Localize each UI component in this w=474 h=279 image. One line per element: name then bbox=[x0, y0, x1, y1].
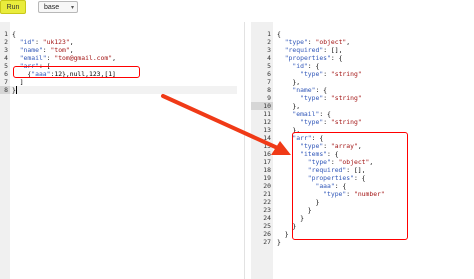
line-number: 2 bbox=[267, 38, 271, 46]
line-number: 8 bbox=[0, 86, 10, 94]
line-number: 3 bbox=[4, 46, 8, 54]
code-line: 12 "type": "string" bbox=[251, 118, 474, 126]
line-number: 24 bbox=[263, 214, 271, 222]
code-line: 6 "type": "string" bbox=[251, 70, 474, 78]
line-number: 20 bbox=[263, 182, 271, 190]
line-number: 12 bbox=[263, 118, 271, 126]
code-line: 4 "properties": { bbox=[251, 54, 474, 62]
line-number: 14 bbox=[263, 134, 271, 142]
code-line: 7 }, bbox=[251, 78, 474, 86]
line-number: 1 bbox=[267, 30, 271, 38]
line-number: 23 bbox=[263, 206, 271, 214]
code-line: 8} bbox=[0, 86, 237, 94]
code-line: 1{ bbox=[251, 30, 474, 38]
code-text: "name": "tom", bbox=[19, 46, 74, 54]
code-line: 9 "type": "string" bbox=[251, 94, 474, 102]
code-text: "id": { bbox=[292, 62, 320, 70]
line-number: 6 bbox=[267, 70, 271, 78]
line-number: 4 bbox=[4, 54, 8, 62]
code-line: 4 "email": "tom@gmail.com", bbox=[0, 54, 237, 62]
code-text: "properties": { bbox=[284, 54, 343, 62]
line-number: 13 bbox=[263, 126, 271, 134]
line-number: 5 bbox=[267, 62, 271, 70]
code-line: 3 "name": "tom", bbox=[0, 46, 237, 54]
line-number: 11 bbox=[263, 110, 271, 118]
line-number: 3 bbox=[267, 46, 271, 54]
code-text: }, bbox=[277, 102, 301, 110]
line-number: 9 bbox=[267, 94, 271, 102]
line-number: 22 bbox=[263, 198, 271, 206]
line-number: 1 bbox=[4, 30, 8, 38]
pane-divider[interactable] bbox=[244, 22, 245, 279]
line-number: 26 bbox=[263, 230, 271, 238]
code-text: } bbox=[277, 230, 289, 238]
code-line: 10 }, bbox=[251, 102, 474, 110]
line-number: 15 bbox=[263, 142, 271, 150]
line-number: 7 bbox=[4, 78, 8, 86]
line-number: 25 bbox=[263, 222, 271, 230]
annotation-box-output-array-schema bbox=[292, 132, 408, 240]
code-line: 1{ bbox=[0, 30, 237, 38]
line-number: 18 bbox=[263, 166, 271, 174]
code-line: 5 "id": { bbox=[251, 62, 474, 70]
code-text: { bbox=[12, 30, 16, 38]
code-line: 3 "required": [], bbox=[251, 46, 474, 54]
code-text: "id": "uk123", bbox=[19, 38, 74, 46]
code-text: }, bbox=[277, 78, 301, 86]
run-button[interactable]: Run bbox=[0, 0, 26, 14]
code-text: ] bbox=[12, 78, 24, 86]
line-number: 16 bbox=[263, 150, 271, 158]
line-number: 7 bbox=[267, 78, 271, 86]
code-line: 7 ] bbox=[0, 78, 237, 86]
code-line: 11 "email": { bbox=[251, 110, 474, 118]
line-number: 21 bbox=[263, 190, 271, 198]
line-number: 27 bbox=[263, 238, 271, 246]
annotation-box-input-array bbox=[13, 66, 140, 78]
text-cursor bbox=[16, 86, 17, 94]
code-text: "type": "string" bbox=[300, 70, 362, 78]
code-text: "type": "string" bbox=[300, 118, 362, 126]
line-number: 8 bbox=[267, 86, 271, 94]
line-number: 5 bbox=[4, 62, 8, 70]
code-text: "type": "string" bbox=[300, 94, 362, 102]
mode-select-value: base bbox=[44, 3, 60, 11]
line-number: 2 bbox=[4, 38, 8, 46]
code-text: { bbox=[277, 30, 281, 38]
chevron-down-icon: ▾ bbox=[70, 5, 74, 11]
json-input-editor[interactable]: 1{2 "id": "uk123", 3 "name": "tom", 4 "ema… bbox=[0, 22, 237, 279]
code-text: "email": { bbox=[292, 110, 331, 118]
code-line: 8 "name": { bbox=[251, 86, 474, 94]
code-line: 2 "id": "uk123", bbox=[0, 38, 237, 46]
code-text: "name": { bbox=[292, 86, 328, 94]
code-text: } bbox=[277, 238, 281, 246]
code-text: "email": "tom@gmail.com", bbox=[19, 54, 116, 62]
line-number: 10 bbox=[251, 102, 273, 110]
line-number: 17 bbox=[263, 158, 271, 166]
code-line: 2 "type": "object", bbox=[251, 38, 474, 46]
code-text: "type": "object", bbox=[284, 38, 351, 46]
line-number: 4 bbox=[267, 54, 271, 62]
toolbar: Run base ▾ bbox=[0, 0, 474, 20]
line-number: 19 bbox=[263, 174, 271, 182]
mode-select[interactable]: base ▾ bbox=[38, 1, 78, 13]
code-text: "required": [], bbox=[284, 46, 343, 54]
line-number: 6 bbox=[4, 70, 8, 78]
